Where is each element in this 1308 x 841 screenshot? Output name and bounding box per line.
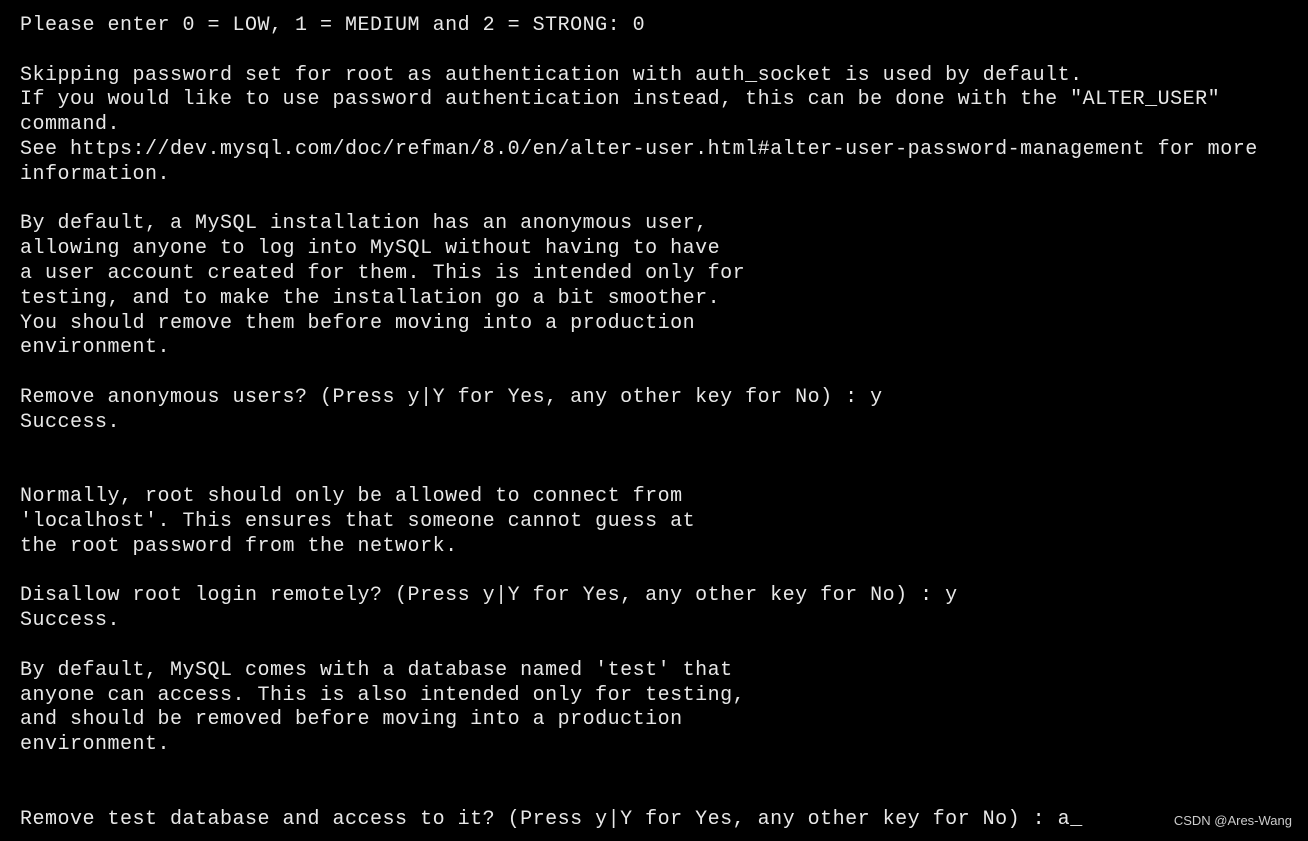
terminal-text-line: See https://dev.mysql.com/doc/refman/8.0… xyxy=(20,138,1288,188)
blank-line xyxy=(20,758,1288,783)
terminal-text-line: You should remove them before moving int… xyxy=(20,312,1288,337)
prompt-text: Remove anonymous users? (Press y|Y for Y… xyxy=(20,386,870,409)
blank-line xyxy=(20,634,1288,659)
blank-line xyxy=(20,436,1288,461)
blank-line xyxy=(20,188,1288,213)
prompt-text: Remove test database and access to it? (… xyxy=(20,808,1058,831)
blank-line xyxy=(20,460,1288,485)
watermark-text: CSDN @Ares-Wang xyxy=(1174,813,1292,829)
terminal-prompt-line: Remove anonymous users? (Press y|Y for Y… xyxy=(20,386,1288,411)
terminal-prompt-line: Please enter 0 = LOW, 1 = MEDIUM and 2 =… xyxy=(20,14,1288,39)
terminal-text-line: environment. xyxy=(20,733,1288,758)
terminal-prompt-line: Disallow root login remotely? (Press y|Y… xyxy=(20,584,1288,609)
terminal-text-line: allowing anyone to log into MySQL withou… xyxy=(20,237,1288,262)
terminal-text-line: anyone can access. This is also intended… xyxy=(20,684,1288,709)
active-user-input[interactable]: a xyxy=(1058,808,1071,831)
terminal-output[interactable]: Please enter 0 = LOW, 1 = MEDIUM and 2 =… xyxy=(20,14,1288,832)
terminal-text-line: 'localhost'. This ensures that someone c… xyxy=(20,510,1288,535)
blank-line xyxy=(20,560,1288,585)
prompt-text: Please enter 0 = LOW, 1 = MEDIUM and 2 =… xyxy=(20,14,633,37)
terminal-text-line: Success. xyxy=(20,411,1288,436)
blank-line xyxy=(20,783,1288,808)
terminal-text-line: Skipping password set for root as authen… xyxy=(20,64,1288,89)
terminal-text-line: environment. xyxy=(20,336,1288,361)
terminal-text-line: By default, a MySQL installation has an … xyxy=(20,212,1288,237)
terminal-text-line: By default, MySQL comes with a database … xyxy=(20,659,1288,684)
prompt-text: Disallow root login remotely? (Press y|Y… xyxy=(20,584,945,607)
terminal-text-line: and should be removed before moving into… xyxy=(20,708,1288,733)
blank-line xyxy=(20,361,1288,386)
terminal-text-line: If you would like to use password authen… xyxy=(20,88,1288,138)
terminal-text-line: Success. xyxy=(20,609,1288,634)
terminal-text-line: the root password from the network. xyxy=(20,535,1288,560)
terminal-text-line: Normally, root should only be allowed to… xyxy=(20,485,1288,510)
terminal-text-line: testing, and to make the installation go… xyxy=(20,287,1288,312)
user-input: 0 xyxy=(633,14,646,37)
cursor-icon: _ xyxy=(1070,808,1083,833)
blank-line xyxy=(20,39,1288,64)
user-input: y xyxy=(945,584,958,607)
terminal-text-line: a user account created for them. This is… xyxy=(20,262,1288,287)
terminal-active-prompt[interactable]: Remove test database and access to it? (… xyxy=(20,808,1288,833)
user-input: y xyxy=(870,386,883,409)
